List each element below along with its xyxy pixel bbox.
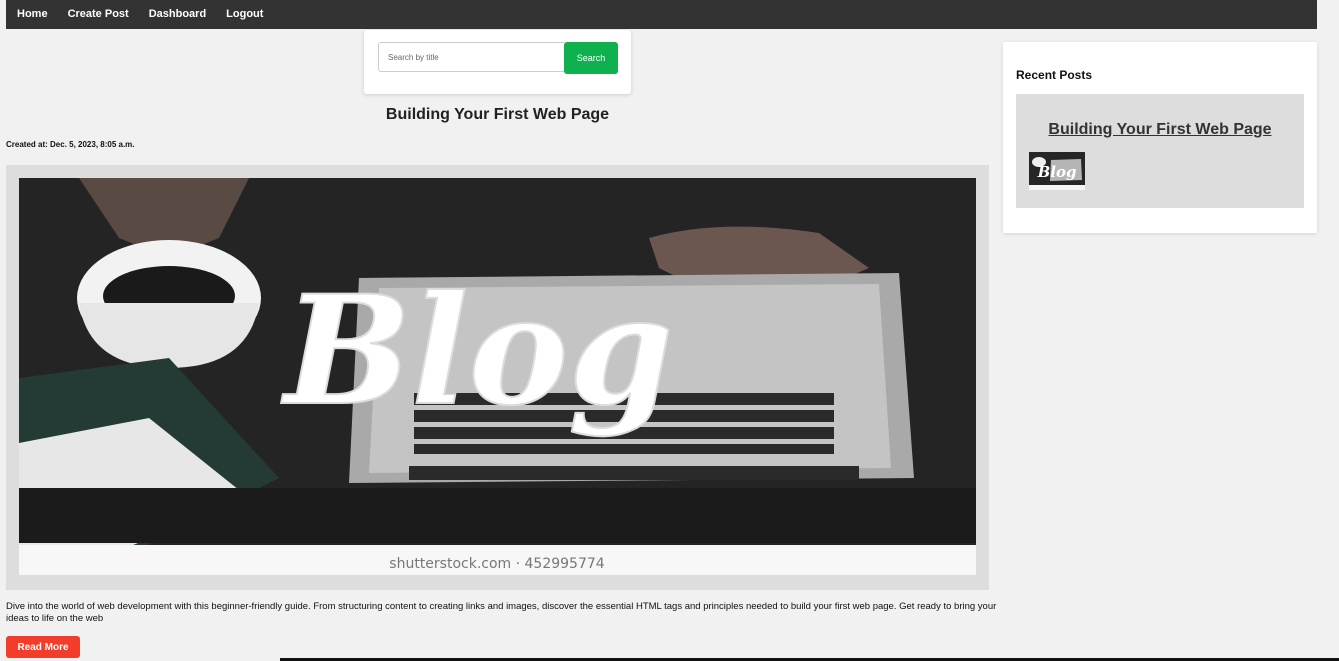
recent-post-link[interactable]: Building Your First Web Page [1016,121,1304,139]
search-button[interactable]: Search [564,42,618,74]
recent-post-card: Building Your First Web Page Blog [1016,94,1304,208]
nav-logout-link[interactable]: Logout [216,0,273,29]
top-navbar: Home Create Post Dashboard Logout [6,0,1317,29]
post-image: shutterstock.com · 452995774 Blog [19,178,976,575]
post-excerpt: Dive into the world of web development w… [6,601,997,624]
post-title: Building Your First Web Page [385,106,610,123]
search-input[interactable] [378,42,564,72]
blog-thumbnail-illustration: Blog [1029,152,1085,190]
search-panel: Search [364,30,631,94]
nav-home-link[interactable]: Home [6,0,58,29]
image-blog-lettering: Blog [281,263,674,439]
image-watermark-text: shutterstock.com · 452995774 [389,556,605,572]
read-more-button[interactable]: Read More [6,636,80,658]
thumb-blog-lettering: Blog [1037,163,1077,181]
post-created-date: Created at: Dec. 5, 2023, 8:05 a.m. [6,140,135,149]
nav-create-post-link[interactable]: Create Post [58,0,139,29]
post-image-frame: shutterstock.com · 452995774 Blog [6,165,989,590]
recent-posts-sidebar: Recent Posts Building Your First Web Pag… [1003,42,1317,233]
blog-photo-illustration: shutterstock.com · 452995774 Blog [19,178,976,575]
recent-posts-heading: Recent Posts [1016,68,1093,82]
recent-post-thumbnail[interactable]: Blog [1029,152,1085,190]
nav-dashboard-link[interactable]: Dashboard [139,0,216,29]
